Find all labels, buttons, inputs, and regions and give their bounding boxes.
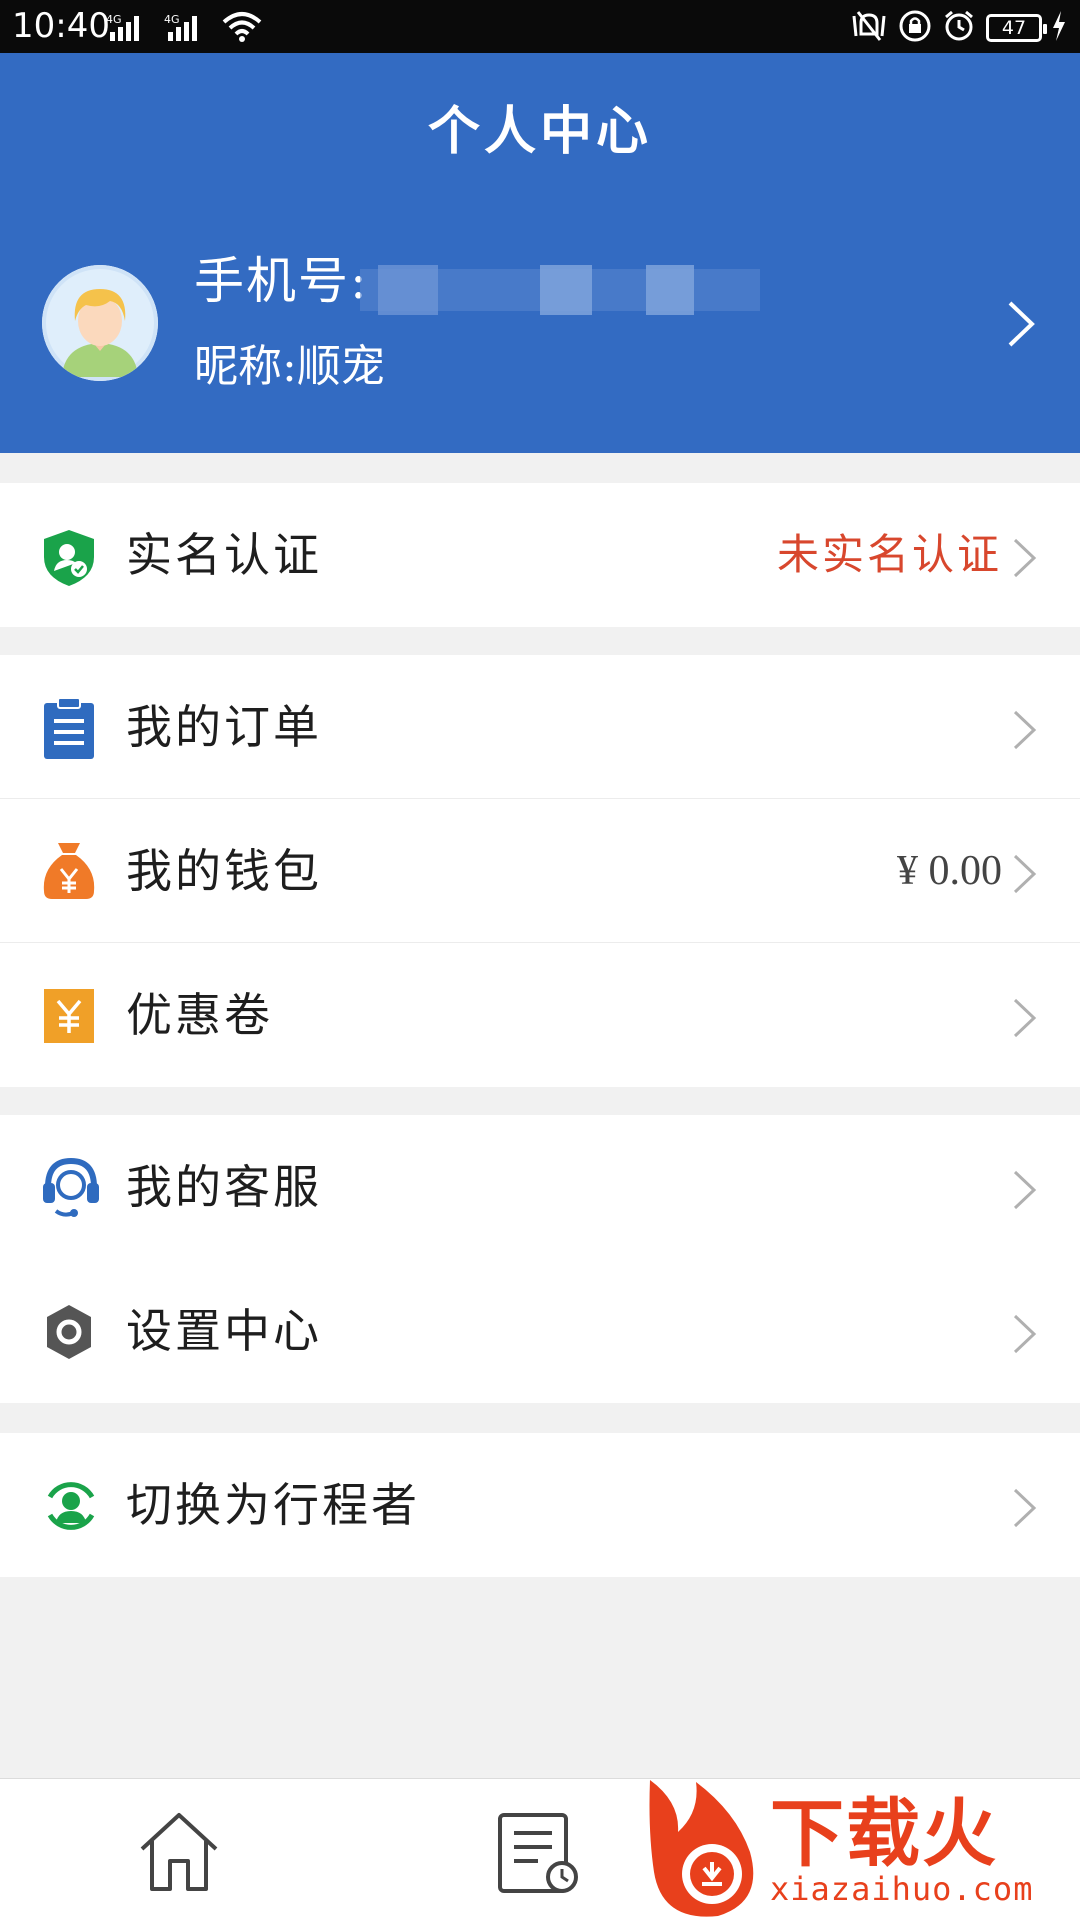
coupon-icon	[42, 989, 96, 1043]
menu-item-label: 我的钱包	[126, 844, 322, 898]
profile-header: 个人中心 手机号: 昵称:顺宠	[0, 53, 1080, 453]
headset-icon	[42, 1157, 99, 1217]
menu-item-label: 我的订单	[126, 700, 322, 754]
menu-item-orders[interactable]: 我的订单	[0, 655, 1080, 799]
status-network-icons: 4G 4G	[106, 10, 262, 46]
chevron-right-icon	[1012, 709, 1038, 755]
svg-text:4G: 4G	[164, 13, 180, 26]
vibrate-mute-icon	[850, 10, 888, 46]
money-bag-icon	[42, 843, 96, 899]
charging-icon	[1052, 11, 1066, 45]
svg-text:4G: 4G	[106, 13, 122, 26]
menu-item-label: 设置中心	[126, 1304, 322, 1358]
menu-item-wallet[interactable]: 我的钱包 ¥ 0.00	[0, 799, 1080, 943]
watermark-url: xiazaihuo.com	[770, 1870, 1034, 1908]
watermark-brand: 下载火	[770, 1791, 998, 1877]
menu-item-verification[interactable]: 实名认证 未实名认证	[0, 483, 1080, 627]
chevron-right-icon	[1012, 537, 1038, 583]
menu-item-label: 实名认证	[126, 528, 322, 582]
menu-item-label: 我的客服	[126, 1160, 322, 1214]
menu-item-switch-role[interactable]: 切换为行程者	[0, 1433, 1080, 1577]
phone-number-masked	[360, 263, 760, 317]
nickname: 昵称:顺宠	[194, 341, 385, 392]
wallet-balance: ¥ 0.00	[897, 848, 1002, 894]
menu-item-settings[interactable]: 设置中心	[0, 1259, 1080, 1403]
status-time: 10:40	[12, 6, 110, 46]
wifi-icon	[222, 10, 262, 46]
status-right-icons: 47	[850, 9, 1066, 47]
clipboard-icon	[42, 697, 96, 759]
home-icon[interactable]	[136, 1809, 222, 1895]
status-bar: 10:40 4G 4G 47	[0, 0, 1080, 53]
chevron-right-icon	[1012, 1313, 1038, 1359]
gear-icon	[42, 1305, 96, 1359]
user-switch-icon	[42, 1479, 96, 1533]
menu-group-account: 我的订单 我的钱包 ¥ 0.00 优惠卷	[0, 655, 1080, 1087]
menu-group-role: 切换为行程者	[0, 1433, 1080, 1577]
avatar[interactable]	[42, 265, 158, 381]
flame-logo-icon	[649, 1780, 754, 1917]
chevron-right-icon[interactable]	[1006, 299, 1036, 353]
watermark-logo: 下载火 xiazaihuo.com	[640, 1772, 1080, 1920]
page-title: 个人中心	[427, 101, 652, 162]
verification-status: 未实名认证	[776, 530, 1002, 579]
chevron-right-icon	[1012, 1487, 1038, 1533]
battery-indicator: 47	[986, 14, 1047, 42]
alarm-icon	[942, 9, 976, 47]
chevron-right-icon	[1012, 997, 1038, 1043]
menu-item-coupons[interactable]: 优惠卷	[0, 943, 1080, 1087]
phone-label: 手机号:	[194, 252, 369, 310]
signal-icon: 4G	[106, 12, 158, 46]
menu-item-label: 优惠卷	[126, 988, 273, 1042]
menu-item-label: 切换为行程者	[126, 1478, 420, 1532]
menu-group-support: 我的客服 设置中心	[0, 1115, 1080, 1403]
menu-item-service[interactable]: 我的客服	[0, 1115, 1080, 1259]
order-history-icon[interactable]	[494, 1807, 584, 1897]
signal-icon: 4G	[164, 12, 216, 46]
lock-rotation-icon	[898, 9, 932, 47]
menu-group-verification: 实名认证 未实名认证	[0, 483, 1080, 627]
chevron-right-icon	[1012, 1169, 1038, 1215]
shield-user-icon	[42, 529, 96, 586]
chevron-right-icon	[1012, 853, 1038, 899]
